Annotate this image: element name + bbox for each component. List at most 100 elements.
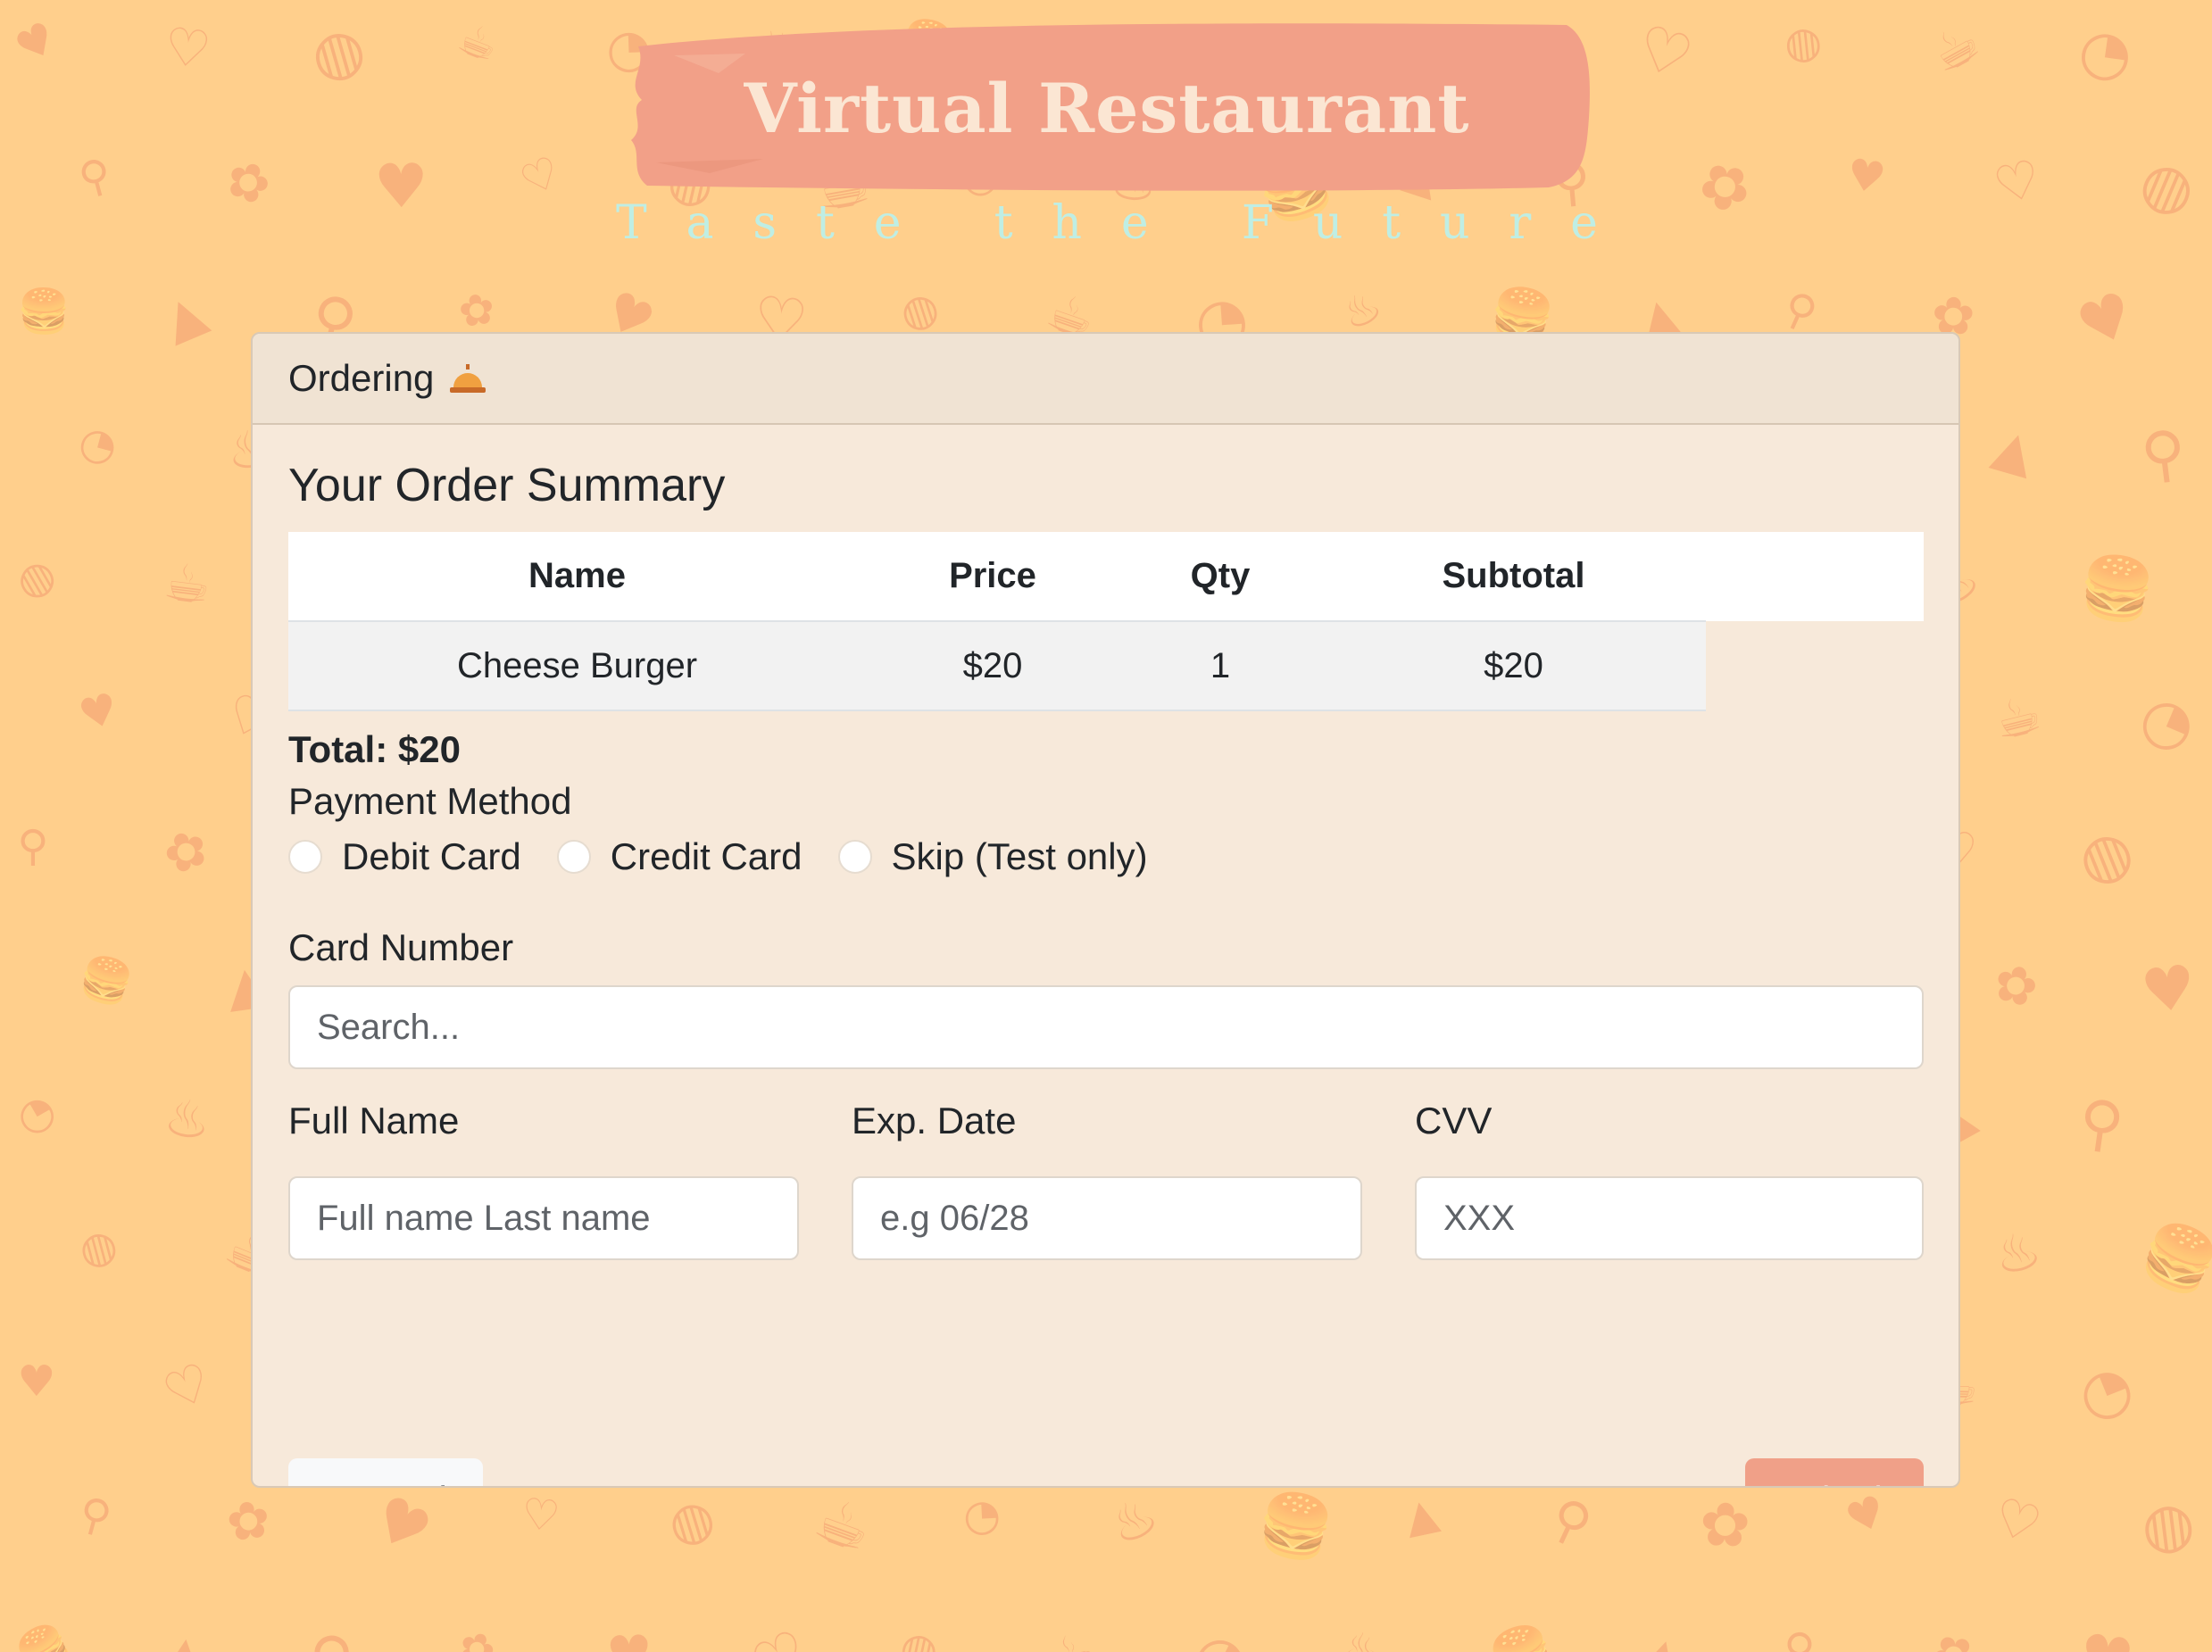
table-row: Cheese Burger $20 1 $20 [288,621,1706,711]
tagline-letter [940,196,955,250]
flower-icon: ✿ [1686,144,1765,230]
steam-icon: ♨ [1341,1623,1383,1652]
order-total: Total: $20 [288,728,461,770]
cookie-icon: ◍ [73,1218,123,1277]
column-header-subtotal: Subtotal [1321,532,1706,622]
pie-icon: ◔ [1183,1616,1261,1652]
steam-icon: ♨ [161,1086,215,1152]
heart-icon: ♥ [1839,1485,1893,1546]
flower-icon: ✿ [1698,1490,1752,1562]
flower-icon: ✿ [455,283,499,338]
ordering-card: Ordering Your Order Summary Name Price Q… [251,332,1960,1488]
debit-card-label: Debit Card [342,835,521,877]
app-title: Virtual Restaurant [744,69,1470,148]
pin-icon: ⚲ [303,1620,365,1652]
flower-icon: ✿ [222,1487,275,1555]
item-price: $20 [866,621,1119,711]
pin-icon: ⚲ [1775,281,1825,340]
burger-icon: 🍔 [1252,1484,1340,1569]
item-subtotal: $20 [1321,621,1706,711]
cookie-icon: ◍ [1782,15,1825,71]
cvv-input[interactable] [1415,1176,1924,1260]
tagline-letter: T [616,196,647,250]
pin-icon: ⚲ [73,1487,118,1544]
cookie-icon: ◍ [661,1485,722,1557]
coffee-icon: ☕ [451,12,505,73]
payment-option-debit[interactable]: Debit Card [288,835,521,878]
pie-icon: ◔ [2130,679,2207,766]
heart-icon: ♥ [2075,1621,2138,1652]
tagline: Taste the Future [616,196,1598,250]
heart-outline-icon: ♡ [1986,1485,2049,1557]
pin-icon: ⚲ [2137,417,2191,493]
flower-icon: ✿ [1986,950,2046,1021]
pizza-slice-icon: ▲ [1400,1487,1443,1544]
burger-icon: 🍔 [1482,1615,1563,1652]
exp-date-input[interactable] [852,1176,1362,1260]
tagline-letter: e [1570,196,1598,250]
skip-radio[interactable] [837,840,872,874]
burger-icon: 🍔 [73,950,139,1012]
heart-icon: ♥ [2137,951,2200,1029]
heart-icon: ♥ [73,683,124,742]
table-header-row: Name Price Qty Subtotal [288,532,1706,622]
card-header: Ordering [253,334,1958,425]
heart-outline-icon: ♡ [161,15,215,81]
burger-icon: 🍔 [2075,549,2160,630]
cookie-icon: ◍ [895,1621,944,1652]
item-name: Cheese Burger [288,621,866,711]
credit-card-radio[interactable] [556,840,591,874]
brand-header: Virtual Restaurant [620,20,1593,194]
tagline-letter: t [1382,196,1401,250]
payment-method-label: Payment Method [288,780,572,822]
full-name-input[interactable] [288,1176,799,1260]
cvv-label: CVV [1415,1100,1493,1141]
payment-option-credit[interactable]: Credit Card [556,835,802,878]
full-name-label: Full Name [288,1100,460,1141]
heart-outline-icon: ♡ [741,1616,820,1652]
heart-outline-icon: ♡ [1987,146,2048,218]
pin-icon: ⚲ [2075,1085,2129,1163]
cookie-icon: ◍ [303,12,374,95]
heart-icon: ♥ [2067,278,2145,364]
coffee-icon: ☕ [1043,1621,1100,1652]
heart-outline-icon: ♡ [1628,11,1701,95]
tagline-letter [1188,196,1203,250]
exp-date-label: Exp. Date [852,1100,1017,1141]
heart-icon: ♥ [1843,148,1890,205]
tagline-letter: s [753,196,778,250]
card-number-input[interactable] [288,985,1924,1069]
coffee-icon: ☕ [1920,10,1991,87]
pie-icon: ◔ [2067,1349,2144,1435]
coffee-icon: ☕ [161,551,215,617]
submit-button[interactable]: Submit [1745,1458,1924,1486]
tagline-letter: t [815,196,835,250]
pizza-slice-icon: ▲ [1986,415,2042,485]
burger-icon: 🍔 [2131,1211,2212,1307]
tagline-letter: e [873,196,902,250]
tagline-letter: u [1440,196,1470,250]
heart-icon: ♥ [605,1623,653,1652]
pie-icon: ◔ [2075,14,2137,92]
payment-option-skip[interactable]: Skip (Test only) [837,835,1148,878]
item-qty: 1 [1119,621,1321,711]
pie-icon: ◔ [961,1489,1002,1542]
cookie-icon: ◍ [2067,813,2144,900]
tagline-letter: r [1509,196,1532,250]
flower-icon: ✿ [154,815,219,888]
credit-card-label: Credit Card [610,835,802,877]
cookie-icon: ◍ [2130,144,2207,230]
cookie-icon: ◍ [7,547,65,610]
flower-icon: ✿ [1920,1617,1987,1652]
heart-outline-icon: ♡ [154,1349,221,1424]
pizza-slice-icon: ▲ [161,1623,208,1652]
debit-card-radio[interactable] [288,840,322,874]
pin-icon: ⚲ [17,821,49,871]
skip-label: Skip (Test only) [891,835,1148,877]
pin-icon: ⚲ [73,148,118,205]
heart-icon: ♥ [373,151,429,223]
go-back-button[interactable]: Go Back [288,1458,483,1486]
tagline-letter: e [1120,196,1149,250]
tagline-letter: t [994,196,1013,250]
column-header-name: Name [288,532,866,622]
